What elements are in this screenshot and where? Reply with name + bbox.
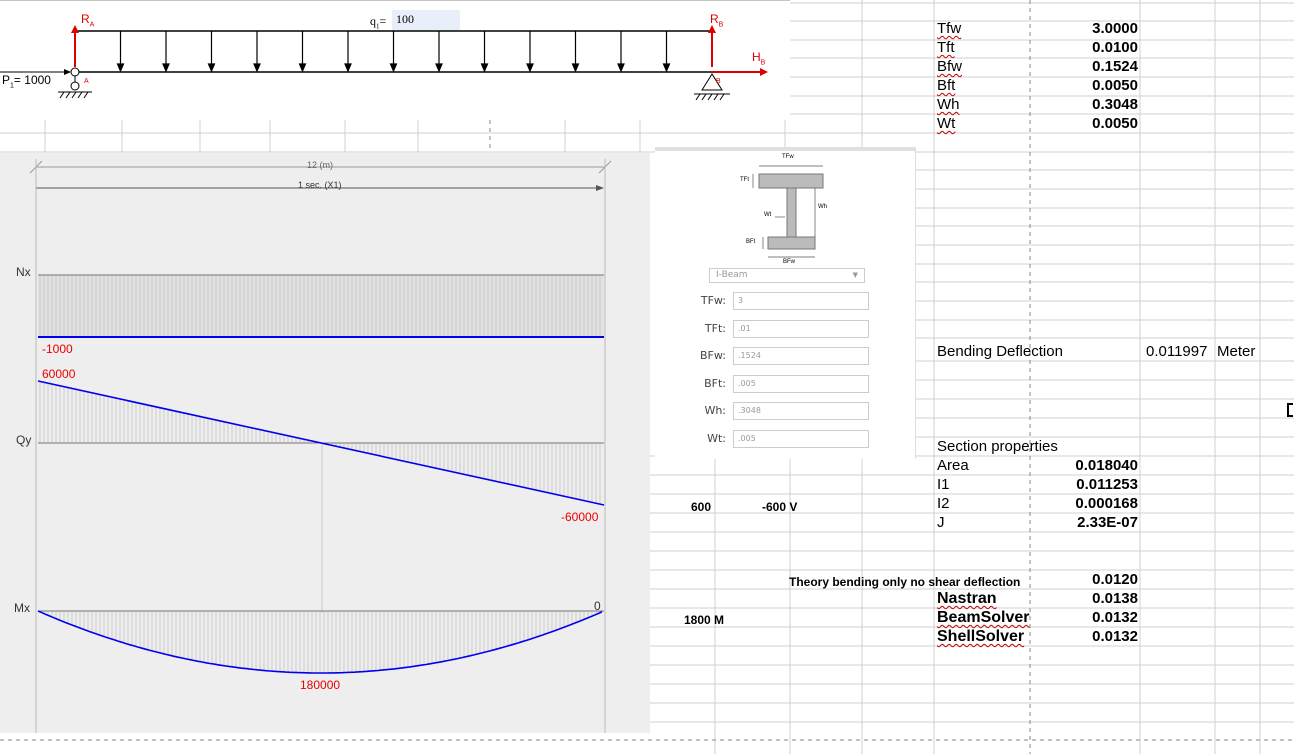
fig-bfw-label: BFw xyxy=(783,259,795,265)
section-prop-name: I1 xyxy=(937,476,950,493)
qy-start-value: 60000 xyxy=(42,367,76,381)
load-q-label: q1= xyxy=(370,14,387,31)
section-props-title: Section properties xyxy=(937,438,1058,455)
section-prop-value: 0.018040 xyxy=(1075,457,1138,474)
theory-label: Theory bending only no shear deflection xyxy=(789,575,1021,589)
solver-name: Nastran xyxy=(937,590,997,607)
param-value: 3.0000 xyxy=(1092,20,1138,37)
shear-left-value: 600 xyxy=(691,500,712,514)
bending-label: Bending Deflection xyxy=(937,343,1063,360)
nx-axis-label: Nx xyxy=(16,265,31,279)
section-type-select[interactable]: I-Beam ▼ xyxy=(709,268,865,283)
qy-axis-label: Qy xyxy=(16,433,32,447)
support-a-label: A xyxy=(84,78,89,85)
section-prop-name: Area xyxy=(937,457,969,474)
bending-unit: Meter xyxy=(1217,343,1256,360)
section-field-input[interactable]: 3 xyxy=(733,292,869,310)
fig-wt-label: Wt xyxy=(764,212,772,218)
section-field-label: BFw: xyxy=(700,349,726,362)
fig-wh-label: Wh xyxy=(818,204,827,210)
section-prop-value: 0.000168 xyxy=(1075,495,1138,512)
param-name: Bfw xyxy=(937,58,963,75)
mx-mid-value: 180000 xyxy=(300,678,341,692)
section-field-label: Wt: xyxy=(707,431,726,445)
solver-name: ShellSolver xyxy=(937,628,1025,645)
theory-value: 0.0120 xyxy=(1092,571,1138,588)
mx-axis-label: Mx xyxy=(14,601,30,615)
reaction-b-label: RB xyxy=(710,10,723,34)
fig-tft-label: TFt xyxy=(740,177,749,183)
section-field-label: TFt: xyxy=(704,321,726,335)
section-field-input[interactable]: .005 xyxy=(733,429,869,448)
section-prop-value: 2.33E-07 xyxy=(1077,514,1138,531)
param-value: 0.0050 xyxy=(1092,115,1138,132)
param-value: 0.3048 xyxy=(1092,96,1138,113)
i-beam-figure xyxy=(752,165,824,258)
beam-load-diagram xyxy=(0,0,790,120)
section-type-value: I-Beam xyxy=(716,270,748,280)
section-field-label: BFt: xyxy=(704,376,726,390)
reaction-b-sub: B xyxy=(718,21,724,29)
mx-end-value: 0 xyxy=(594,599,601,613)
nx-value: -1000 xyxy=(42,342,73,356)
section-prop-name: J xyxy=(937,514,945,531)
solver-name: BeamSolver xyxy=(937,609,1030,626)
horizontal-b-label: HB xyxy=(752,48,765,72)
section-field-input[interactable]: .3048 xyxy=(733,402,869,420)
qy-end-value: -60000 xyxy=(561,510,599,524)
shear-right-value: -600 V xyxy=(762,500,798,514)
section-field-label: TFw: xyxy=(700,294,726,307)
moment-value: 1800 M xyxy=(684,613,725,627)
param-value: 0.1524 xyxy=(1092,58,1138,75)
solver-value: 0.0132 xyxy=(1092,628,1138,645)
param-value: 0.0100 xyxy=(1092,39,1138,56)
section-field-label: Wh: xyxy=(704,404,726,417)
param-name: Bft xyxy=(937,77,956,94)
solver-value: 0.0132 xyxy=(1092,609,1138,626)
reaction-a-label: RA xyxy=(81,10,94,34)
chevron-down-icon: ▼ xyxy=(852,271,858,279)
load-q-sub: 1 xyxy=(376,22,380,31)
point-load-letter: P xyxy=(2,73,11,87)
section-prop-name: I2 xyxy=(937,495,950,512)
force-diagram xyxy=(0,153,650,733)
solver-value: 0.0138 xyxy=(1092,590,1138,607)
reaction-b-letter: R xyxy=(710,12,719,26)
section-field-input[interactable]: .1524 xyxy=(733,347,869,365)
support-b-label: B xyxy=(716,78,721,85)
bending-value: 0.011997 xyxy=(1146,343,1208,360)
reaction-a-sub: A xyxy=(89,21,95,29)
reaction-a-letter: R xyxy=(81,12,90,26)
load-q-value[interactable]: 100 xyxy=(396,10,414,28)
text-cursor xyxy=(1287,403,1293,417)
section-field-input[interactable]: .005 xyxy=(733,374,869,393)
param-name: Tfw xyxy=(937,20,962,37)
point-load-label: P1= 1000 xyxy=(2,71,51,95)
length-label: 12 (m) xyxy=(307,160,334,170)
point-load-value: = 1000 xyxy=(13,73,51,87)
param-name: Tft xyxy=(937,39,955,56)
param-name: Wh xyxy=(937,96,960,113)
fig-tfw-label: TFw xyxy=(782,154,794,160)
param-value: 0.0050 xyxy=(1092,77,1138,94)
horizontal-b-sub: B xyxy=(760,59,766,67)
section-prop-value: 0.011253 xyxy=(1076,476,1138,493)
param-name: Wt xyxy=(937,115,956,132)
fig-bft-label: BFt xyxy=(746,239,756,245)
horizontal-b-letter: H xyxy=(752,50,761,64)
section-label: 1 sec. (X1) xyxy=(298,180,342,190)
section-field-input[interactable]: .01 xyxy=(733,319,869,338)
